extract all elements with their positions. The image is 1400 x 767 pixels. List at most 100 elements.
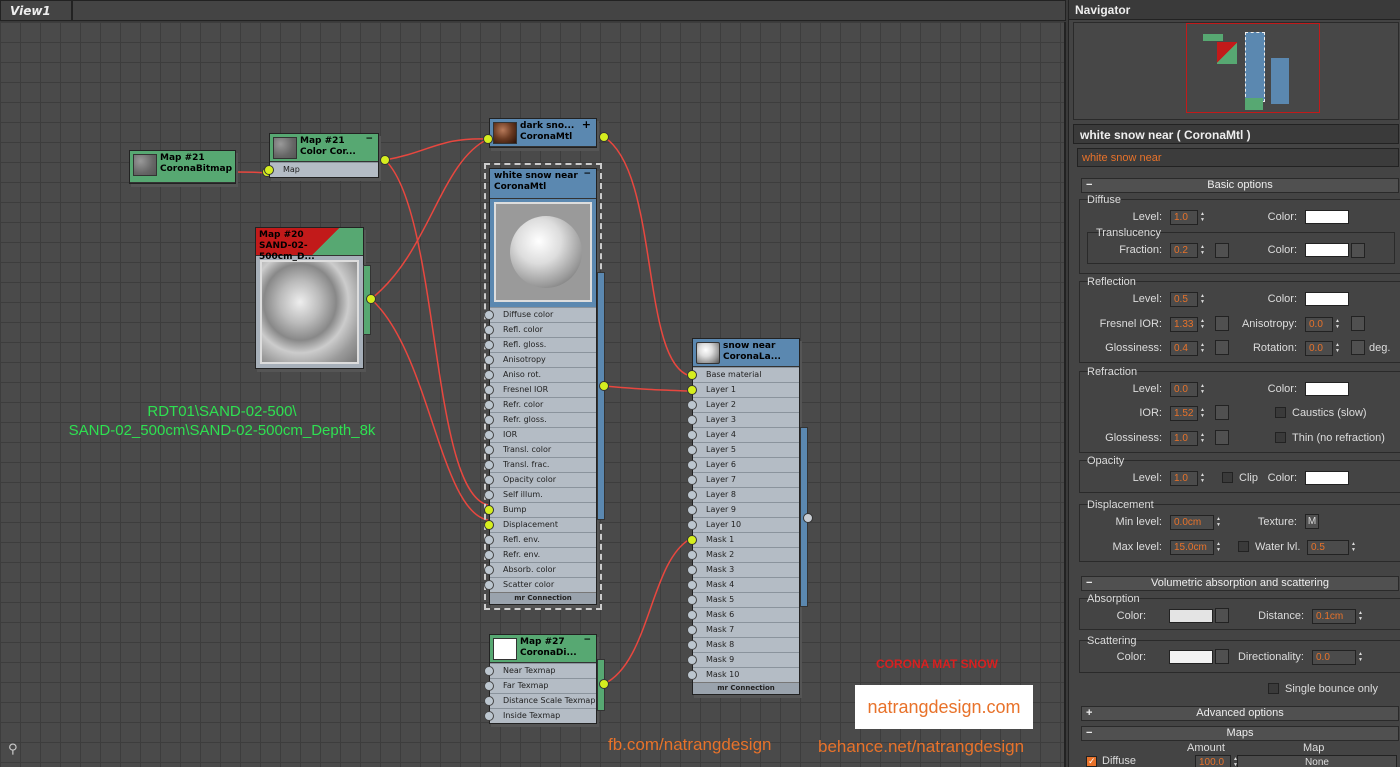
navigator-view[interactable] bbox=[1073, 22, 1399, 120]
navigator-viewport-rect[interactable] bbox=[1186, 23, 1320, 113]
node-corona-bitmap[interactable]: Map #21 CoronaBitmap bbox=[129, 150, 236, 184]
directionality-spinner[interactable]: 0.0 bbox=[1312, 650, 1366, 665]
ior-map-button[interactable] bbox=[1215, 405, 1229, 420]
distance-spinner[interactable]: 0.1cm bbox=[1312, 609, 1366, 624]
slot-pin[interactable] bbox=[484, 505, 494, 515]
slot-pin[interactable] bbox=[484, 400, 494, 410]
slot-distance-scale-texmap[interactable]: Distance Scale Texmap bbox=[484, 693, 596, 708]
collapse-icon[interactable]: − bbox=[583, 169, 591, 180]
slot-mask-1[interactable]: Mask 1 bbox=[687, 532, 799, 547]
collapse-icon[interactable]: − bbox=[365, 134, 373, 145]
slot-pin[interactable] bbox=[484, 415, 494, 425]
aniso-spinner[interactable]: 0.0 bbox=[1305, 317, 1343, 332]
ior-spinner[interactable]: 1.52 bbox=[1170, 406, 1208, 421]
slot-pin[interactable] bbox=[687, 595, 697, 605]
caustics-checkbox[interactable] bbox=[1275, 407, 1286, 418]
slot-pin[interactable] bbox=[687, 610, 697, 620]
slot-refr-color[interactable]: Refr. color bbox=[484, 397, 596, 412]
water-level-checkbox[interactable] bbox=[1238, 541, 1249, 552]
single-bounce-checkbox[interactable] bbox=[1268, 683, 1279, 694]
output-pin[interactable] bbox=[599, 679, 609, 689]
slot-pin[interactable] bbox=[687, 385, 697, 395]
fresnel-map-button[interactable] bbox=[1215, 316, 1229, 331]
clip-checkbox[interactable] bbox=[1222, 472, 1233, 483]
slot-displacement[interactable]: Displacement bbox=[484, 517, 596, 532]
refl-color-swatch[interactable] bbox=[1305, 292, 1349, 306]
node-side-handle[interactable] bbox=[597, 272, 605, 520]
rollout-basic-options[interactable]: − Basic options bbox=[1081, 178, 1399, 193]
slot-layer-10[interactable]: Layer 10 bbox=[687, 517, 799, 532]
slot-inside-texmap[interactable]: Inside Texmap bbox=[484, 708, 596, 723]
slot-pin[interactable] bbox=[687, 520, 697, 530]
output-pin[interactable] bbox=[599, 381, 609, 391]
slot-pin[interactable] bbox=[484, 580, 494, 590]
min-level-spinner[interactable]: 0.0cm bbox=[1170, 515, 1224, 530]
slot-pin[interactable] bbox=[687, 445, 697, 455]
slot-pin[interactable] bbox=[484, 520, 494, 530]
slot-pin[interactable] bbox=[687, 460, 697, 470]
slot-pin[interactable] bbox=[687, 580, 697, 590]
fraction-map-button[interactable] bbox=[1215, 243, 1229, 258]
slot-pin[interactable] bbox=[484, 565, 494, 575]
slot-base-material[interactable]: Base material bbox=[687, 367, 799, 382]
slot-mask-6[interactable]: Mask 6 bbox=[687, 607, 799, 622]
slot-layer-8[interactable]: Layer 8 bbox=[687, 487, 799, 502]
refr-gloss-map-button[interactable] bbox=[1215, 430, 1229, 445]
slot-pin[interactable] bbox=[687, 550, 697, 560]
slot-pin[interactable] bbox=[687, 535, 697, 545]
slot-pin[interactable] bbox=[687, 490, 697, 500]
slot-pin[interactable] bbox=[484, 475, 494, 485]
slot-pin[interactable] bbox=[687, 670, 697, 680]
material-name-field[interactable]: white snow near bbox=[1077, 148, 1399, 167]
texture-map-button[interactable]: M bbox=[1305, 514, 1319, 529]
slot-pin[interactable] bbox=[687, 640, 697, 650]
slot-pin[interactable] bbox=[687, 400, 697, 410]
slot-layer-3[interactable]: Layer 3 bbox=[687, 412, 799, 427]
refr-level-spinner[interactable]: 0.0 bbox=[1170, 382, 1208, 397]
opacity-color-swatch[interactable] bbox=[1305, 471, 1349, 485]
refr-color-swatch[interactable] bbox=[1305, 382, 1349, 396]
rollout-maps[interactable]: − Maps bbox=[1081, 726, 1399, 741]
slot-pin[interactable] bbox=[484, 460, 494, 470]
slot-mask-7[interactable]: Mask 7 bbox=[687, 622, 799, 637]
node-sand-bitmap[interactable]: Map #20 SAND-02-500cm_D... bbox=[255, 227, 364, 369]
output-pin[interactable] bbox=[366, 294, 376, 304]
slot-mask-9[interactable]: Mask 9 bbox=[687, 652, 799, 667]
slot-layer-6[interactable]: Layer 6 bbox=[687, 457, 799, 472]
absorption-color-swatch[interactable] bbox=[1169, 609, 1213, 623]
slot-pin[interactable] bbox=[484, 681, 494, 691]
output-pin[interactable] bbox=[803, 513, 813, 523]
slot-scatter-color[interactable]: Scatter color bbox=[484, 577, 596, 592]
slot-pin[interactable] bbox=[484, 325, 494, 335]
slot-mask-4[interactable]: Mask 4 bbox=[687, 577, 799, 592]
slot-layer-4[interactable]: Layer 4 bbox=[687, 427, 799, 442]
slot-map[interactable]: Map bbox=[264, 162, 378, 177]
slot-pin[interactable] bbox=[484, 666, 494, 676]
water-level-spinner[interactable]: 0.5 bbox=[1307, 540, 1359, 555]
fresnel-spinner[interactable]: 1.33 bbox=[1170, 317, 1208, 332]
slot-opacity-color[interactable]: Opacity color bbox=[484, 472, 596, 487]
refl-gloss-map-button[interactable] bbox=[1215, 340, 1229, 355]
slot-pin[interactable] bbox=[484, 445, 494, 455]
diffuse-color-swatch[interactable] bbox=[1305, 210, 1349, 224]
slot-bump[interactable]: Bump bbox=[484, 502, 596, 517]
slot-pin[interactable] bbox=[484, 340, 494, 350]
fraction-spinner[interactable]: 0.2 bbox=[1170, 243, 1208, 258]
scattering-color-swatch[interactable] bbox=[1169, 650, 1213, 664]
aniso-map-button[interactable] bbox=[1351, 316, 1365, 331]
slot-pin[interactable] bbox=[687, 565, 697, 575]
diffuse-map-button[interactable]: None bbox=[1237, 755, 1400, 767]
expand-icon[interactable]: + bbox=[582, 119, 591, 130]
slot-mask-3[interactable]: Mask 3 bbox=[687, 562, 799, 577]
slot-refl-color[interactable]: Refl. color bbox=[484, 322, 596, 337]
slot-transl-color[interactable]: Transl. color bbox=[484, 442, 596, 457]
slot-pin[interactable] bbox=[484, 370, 494, 380]
slot-anisotropy[interactable]: Anisotropy bbox=[484, 352, 596, 367]
slot-pin[interactable] bbox=[687, 505, 697, 515]
slot-refr-env-[interactable]: Refr. env. bbox=[484, 547, 596, 562]
slot-refl-gloss-[interactable]: Refl. gloss. bbox=[484, 337, 596, 352]
slot-mask-5[interactable]: Mask 5 bbox=[687, 592, 799, 607]
slot-ior[interactable]: IOR bbox=[484, 427, 596, 442]
slot-refr-gloss-[interactable]: Refr. gloss. bbox=[484, 412, 596, 427]
diffuse-map-checkbox[interactable] bbox=[1086, 756, 1097, 767]
